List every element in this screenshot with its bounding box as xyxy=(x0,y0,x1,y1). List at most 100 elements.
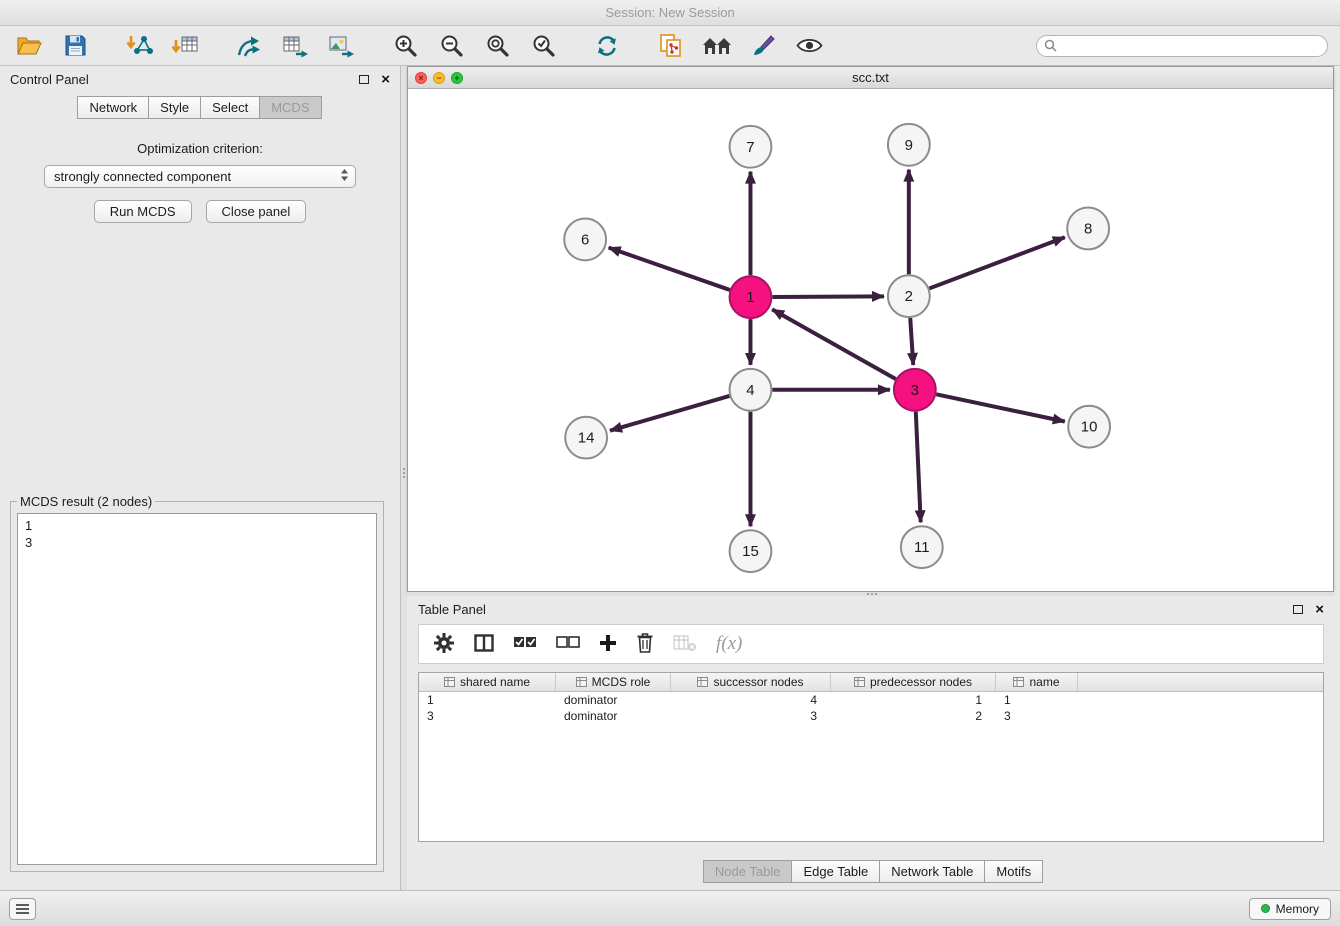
copy-network-button[interactable] xyxy=(654,30,688,62)
import-group xyxy=(122,30,202,62)
table-row[interactable]: 1 dominator 4 1 1 xyxy=(419,692,1323,708)
mcds-result-title: MCDS result (2 nodes) xyxy=(17,494,155,509)
cell-name[interactable]: 3 xyxy=(996,709,1078,723)
edge-1-2[interactable] xyxy=(772,296,884,297)
tab-style[interactable]: Style xyxy=(148,96,201,119)
node-label-1: 1 xyxy=(746,289,754,306)
edge-2-8[interactable] xyxy=(929,237,1064,288)
network-window-titlebar: × − + scc.txt xyxy=(408,67,1333,89)
delete-column-button[interactable] xyxy=(673,634,697,655)
refresh-icon xyxy=(594,34,620,58)
gear-icon xyxy=(433,632,455,654)
eye-icon xyxy=(796,37,823,54)
close-panel-button[interactable]: Close panel xyxy=(206,200,307,223)
zoom-out-button[interactable] xyxy=(434,30,468,62)
select-all-button[interactable] xyxy=(513,633,537,655)
search-input[interactable] xyxy=(1036,35,1328,57)
edge-4-14[interactable] xyxy=(610,396,729,431)
tab-mcds[interactable]: MCDS xyxy=(259,96,321,119)
show-columns-button[interactable] xyxy=(474,634,494,655)
zoom-fit-button[interactable] xyxy=(480,30,514,62)
save-session-button[interactable] xyxy=(58,30,92,62)
close-table-panel-icon[interactable]: × xyxy=(1315,602,1324,617)
zoom-in-button[interactable] xyxy=(388,30,422,62)
node-label-6: 6 xyxy=(581,231,589,248)
application-window: Session: New Session xyxy=(0,0,1340,926)
select-arrows-icon xyxy=(340,168,349,185)
task-history-button[interactable] xyxy=(9,898,36,920)
edge-3-1[interactable] xyxy=(772,309,896,379)
delete-row-button[interactable] xyxy=(636,632,654,656)
column-header-mcds-role[interactable]: MCDS role xyxy=(556,673,671,691)
show-all-button[interactable] xyxy=(700,30,734,62)
column-header-name[interactable]: name xyxy=(996,673,1078,691)
cell-predecessor-nodes[interactable]: 2 xyxy=(831,709,996,723)
run-mcds-button[interactable]: Run MCDS xyxy=(94,200,192,223)
cell-successor-nodes[interactable]: 4 xyxy=(671,693,831,707)
close-panel-icon[interactable]: × xyxy=(381,72,390,87)
export-table-button[interactable] xyxy=(278,30,312,62)
network-graph[interactable]: 7968124310141511 xyxy=(408,89,1333,591)
float-panel-icon[interactable] xyxy=(359,75,369,84)
cell-predecessor-nodes[interactable]: 1 xyxy=(831,693,996,707)
tab-network[interactable]: Network xyxy=(77,96,149,119)
float-table-panel-icon[interactable] xyxy=(1293,605,1303,614)
table-toolbar: f(x) xyxy=(418,624,1324,664)
network-canvas-area: 7968124310141511 xyxy=(408,89,1333,591)
mcds-result-list[interactable]: 1 3 xyxy=(17,513,377,865)
tab-edge-table[interactable]: Edge Table xyxy=(791,860,880,883)
memory-button[interactable]: Memory xyxy=(1249,898,1331,920)
column-header-successor-nodes[interactable]: successor nodes xyxy=(671,673,831,691)
edge-3-11[interactable] xyxy=(916,412,921,523)
tab-motifs[interactable]: Motifs xyxy=(984,860,1043,883)
zoom-in-icon xyxy=(393,33,418,58)
cell-shared-name[interactable]: 1 xyxy=(419,693,556,707)
optimization-criterion-select[interactable]: strongly connected component xyxy=(44,165,356,188)
table-panel-header: Table Panel × xyxy=(418,596,1324,622)
column-header-filler xyxy=(1078,673,1323,691)
node-label-9: 9 xyxy=(905,137,913,154)
cell-successor-nodes[interactable]: 3 xyxy=(671,709,831,723)
open-folder-icon xyxy=(16,35,42,56)
deselect-all-button[interactable] xyxy=(556,633,580,655)
cell-name[interactable]: 1 xyxy=(996,693,1078,707)
add-column-button[interactable] xyxy=(599,634,617,655)
tab-network-table[interactable]: Network Table xyxy=(879,860,985,883)
maximize-window-icon[interactable]: + xyxy=(451,72,463,84)
edge-2-3[interactable] xyxy=(910,318,913,365)
zoom-selected-button[interactable] xyxy=(526,30,560,62)
function-builder-button[interactable]: f(x) xyxy=(716,633,742,655)
export-group xyxy=(232,30,358,62)
export-image-button[interactable] xyxy=(324,30,358,62)
column-header-predecessor-nodes[interactable]: predecessor nodes xyxy=(831,673,996,691)
apply-style-button[interactable] xyxy=(746,30,780,62)
cell-shared-name[interactable]: 3 xyxy=(419,709,556,723)
deselect-all-icon xyxy=(556,633,580,652)
close-window-icon[interactable]: × xyxy=(415,72,427,84)
edge-3-10[interactable] xyxy=(936,394,1065,421)
status-bar: Memory xyxy=(0,890,1340,926)
open-session-button[interactable] xyxy=(12,30,46,62)
table-row[interactable]: 3 dominator 3 2 3 xyxy=(419,708,1323,724)
show-hide-button[interactable] xyxy=(792,30,826,62)
export-image-icon xyxy=(328,34,355,58)
import-table-button[interactable] xyxy=(168,30,202,62)
column-header-shared-name[interactable]: shared name xyxy=(419,673,556,691)
edge-1-6[interactable] xyxy=(609,248,730,290)
column-type-icon xyxy=(854,677,865,687)
refresh-layout-button[interactable] xyxy=(590,30,624,62)
cell-mcds-role[interactable]: dominator xyxy=(556,709,671,723)
table-settings-button[interactable] xyxy=(433,632,455,657)
zoom-fit-icon xyxy=(485,33,510,58)
app-title: Session: New Session xyxy=(605,5,734,20)
tab-select[interactable]: Select xyxy=(200,96,260,119)
tab-node-table[interactable]: Node Table xyxy=(703,860,793,883)
minimize-window-icon[interactable]: − xyxy=(433,72,445,84)
cell-mcds-role[interactable]: dominator xyxy=(556,693,671,707)
import-network-button[interactable] xyxy=(122,30,156,62)
mcds-buttons: Run MCDS Close panel xyxy=(0,200,400,223)
columns-icon xyxy=(474,634,494,652)
node-label-4: 4 xyxy=(746,382,754,399)
criterion-selected-value: strongly connected component xyxy=(54,169,231,184)
export-network-button[interactable] xyxy=(232,30,266,62)
